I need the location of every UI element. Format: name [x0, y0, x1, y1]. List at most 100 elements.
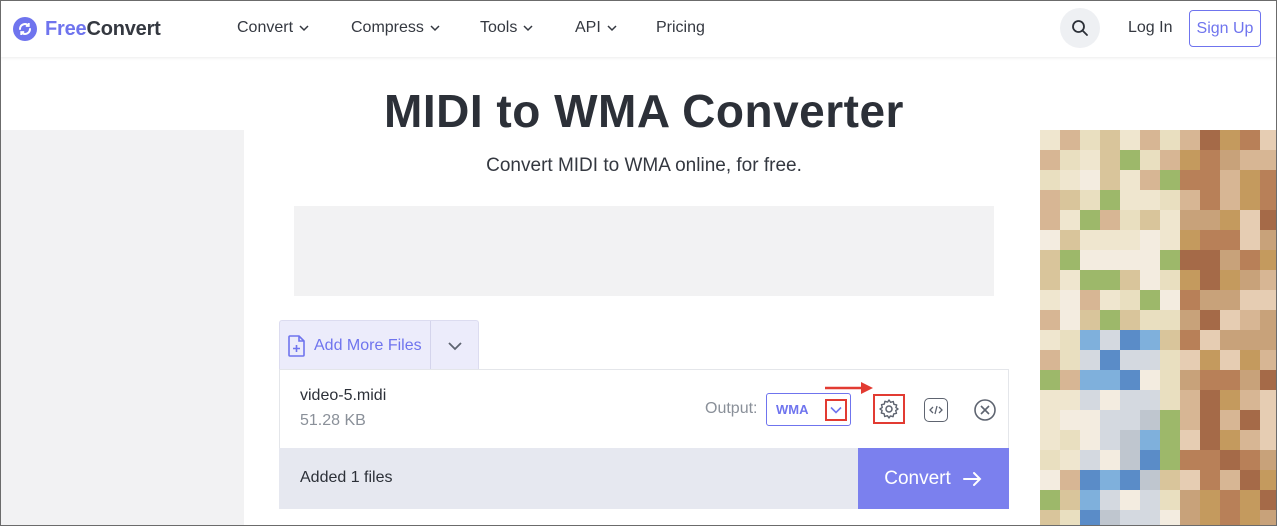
ad-mosaic-tile — [1140, 470, 1160, 490]
output-format-value: WMA — [776, 402, 809, 417]
ad-mosaic-tile — [1100, 410, 1120, 430]
ad-mosaic-tile — [1260, 390, 1276, 410]
nav-convert-label: Convert — [237, 19, 294, 36]
add-source-dropdown[interactable] — [431, 321, 478, 370]
ad-mosaic-tile — [1040, 330, 1060, 350]
ad-mosaic-tile — [1220, 230, 1240, 250]
ad-mosaic-tile — [1100, 490, 1120, 510]
nav-compress-label: Compress — [351, 19, 424, 36]
ad-mosaic-tile — [1200, 390, 1220, 410]
ad-mosaic-tile — [1180, 450, 1200, 470]
ad-mosaic-tile — [1100, 290, 1120, 310]
ad-mosaic-tile — [1220, 210, 1240, 230]
remove-file-button[interactable] — [973, 398, 997, 422]
ad-mosaic-tile — [1240, 450, 1260, 470]
ad-mosaic-tile — [1240, 470, 1260, 490]
ad-mosaic-tile — [1160, 210, 1180, 230]
signup-button[interactable]: Sign Up — [1189, 10, 1261, 47]
convert-button-label: Convert — [884, 467, 951, 489]
ad-mosaic-tile — [1140, 510, 1160, 525]
convert-footer: Added 1 files Convert — [279, 448, 1009, 509]
ad-mosaic-tile — [1260, 310, 1276, 330]
ad-mosaic-tile — [1220, 350, 1240, 370]
ad-mosaic-tile — [1120, 410, 1140, 430]
page-title: MIDI to WMA Converter — [384, 85, 904, 137]
ad-mosaic-tile — [1260, 290, 1276, 310]
ad-mosaic-tile — [1200, 370, 1220, 390]
ad-mosaic-tile — [1080, 410, 1100, 430]
ad-mosaic-tile — [1060, 290, 1080, 310]
ad-mosaic-tile — [1040, 370, 1060, 390]
conversion-settings-button[interactable] — [873, 394, 905, 424]
nav-pricing[interactable]: Pricing — [656, 19, 705, 37]
nav-tools[interactable]: Tools — [480, 19, 533, 37]
ad-mosaic-tile — [1260, 190, 1276, 210]
ad-mosaic-tile — [1060, 190, 1080, 210]
ad-mosaic-tile — [1120, 310, 1140, 330]
ad-mosaic-tile — [1240, 350, 1260, 370]
output-label: Output: — [705, 400, 758, 417]
ad-mosaic-tile — [1040, 450, 1060, 470]
ad-mosaic-tile — [1120, 450, 1140, 470]
ad-mosaic-tile — [1080, 310, 1100, 330]
ad-mosaic-tile — [1060, 430, 1080, 450]
search-button[interactable] — [1060, 8, 1100, 48]
ad-mosaic-tile — [1260, 490, 1276, 510]
nav-compress[interactable]: Compress — [351, 19, 440, 37]
output-format-select[interactable]: WMA — [766, 393, 851, 426]
chevron-down-icon — [299, 25, 309, 32]
ad-mosaic-tile — [1080, 350, 1100, 370]
ad-mosaic-tile — [1160, 290, 1180, 310]
ad-mosaic-tile — [1240, 370, 1260, 390]
page-subtitle: Convert MIDI to WMA online, for free. — [486, 155, 802, 176]
file-name: video-5.midi — [300, 387, 387, 404]
login-link[interactable]: Log In — [1128, 19, 1172, 37]
ad-mosaic-tile — [1080, 250, 1100, 270]
ad-mosaic-tile — [1080, 490, 1100, 510]
ad-mosaic-tile — [1060, 370, 1080, 390]
ad-mosaic-tile — [1060, 250, 1080, 270]
format-dropdown-highlight[interactable] — [825, 399, 847, 421]
ad-mosaic-tile — [1260, 210, 1276, 230]
ad-mosaic-tile — [1040, 290, 1060, 310]
ad-mosaic-tile — [1240, 270, 1260, 290]
ad-mosaic-tile — [1180, 490, 1200, 510]
ad-mosaic-tile — [1060, 490, 1080, 510]
ad-mosaic-tile — [1160, 330, 1180, 350]
ad-mosaic-tile — [1240, 330, 1260, 350]
ad-mosaic-tile — [1180, 210, 1200, 230]
ad-mosaic-tile — [1220, 390, 1240, 410]
ad-mosaic-tile — [1140, 310, 1160, 330]
ad-mosaic-tile — [1260, 330, 1276, 350]
embed-code-button[interactable] — [924, 398, 948, 422]
ad-mosaic-tile — [1100, 450, 1120, 470]
logo[interactable]: FreeConvert — [13, 16, 161, 42]
ad-mosaic-tile — [1160, 190, 1180, 210]
ad-mosaic-tile — [1200, 410, 1220, 430]
ad-mosaic-tile — [1040, 410, 1060, 430]
ad-mosaic-tile — [1040, 270, 1060, 290]
search-icon — [1072, 20, 1088, 36]
convert-button[interactable]: Convert — [858, 448, 1009, 509]
ad-mosaic-tile — [1160, 450, 1180, 470]
ad-mosaic-tile — [1120, 230, 1140, 250]
nav-pricing-label: Pricing — [656, 19, 705, 36]
add-more-files-button[interactable]: Add More Files — [280, 321, 431, 370]
ad-mosaic-tile — [1080, 290, 1100, 310]
nav-convert[interactable]: Convert — [237, 19, 309, 37]
ad-mosaic-tile — [1240, 290, 1260, 310]
ad-mosaic-tile — [1120, 490, 1140, 510]
logo-text: FreeConvert — [45, 17, 161, 40]
ad-mosaic-tile — [1220, 330, 1240, 350]
ad-mosaic-tile — [1060, 310, 1080, 330]
ad-mosaic-tile — [1120, 190, 1140, 210]
ad-mosaic-tile — [1080, 330, 1100, 350]
ad-mosaic-tile — [1080, 450, 1100, 470]
ad-mosaic-tile — [1240, 490, 1260, 510]
nav-api[interactable]: API — [575, 19, 617, 37]
ad-mosaic-tile — [1120, 390, 1140, 410]
ad-mosaic-tile — [1220, 470, 1240, 490]
ad-mosaic-tile — [1240, 390, 1260, 410]
ad-mosaic-tile — [1260, 370, 1276, 390]
ad-mosaic-tile — [1200, 350, 1220, 370]
